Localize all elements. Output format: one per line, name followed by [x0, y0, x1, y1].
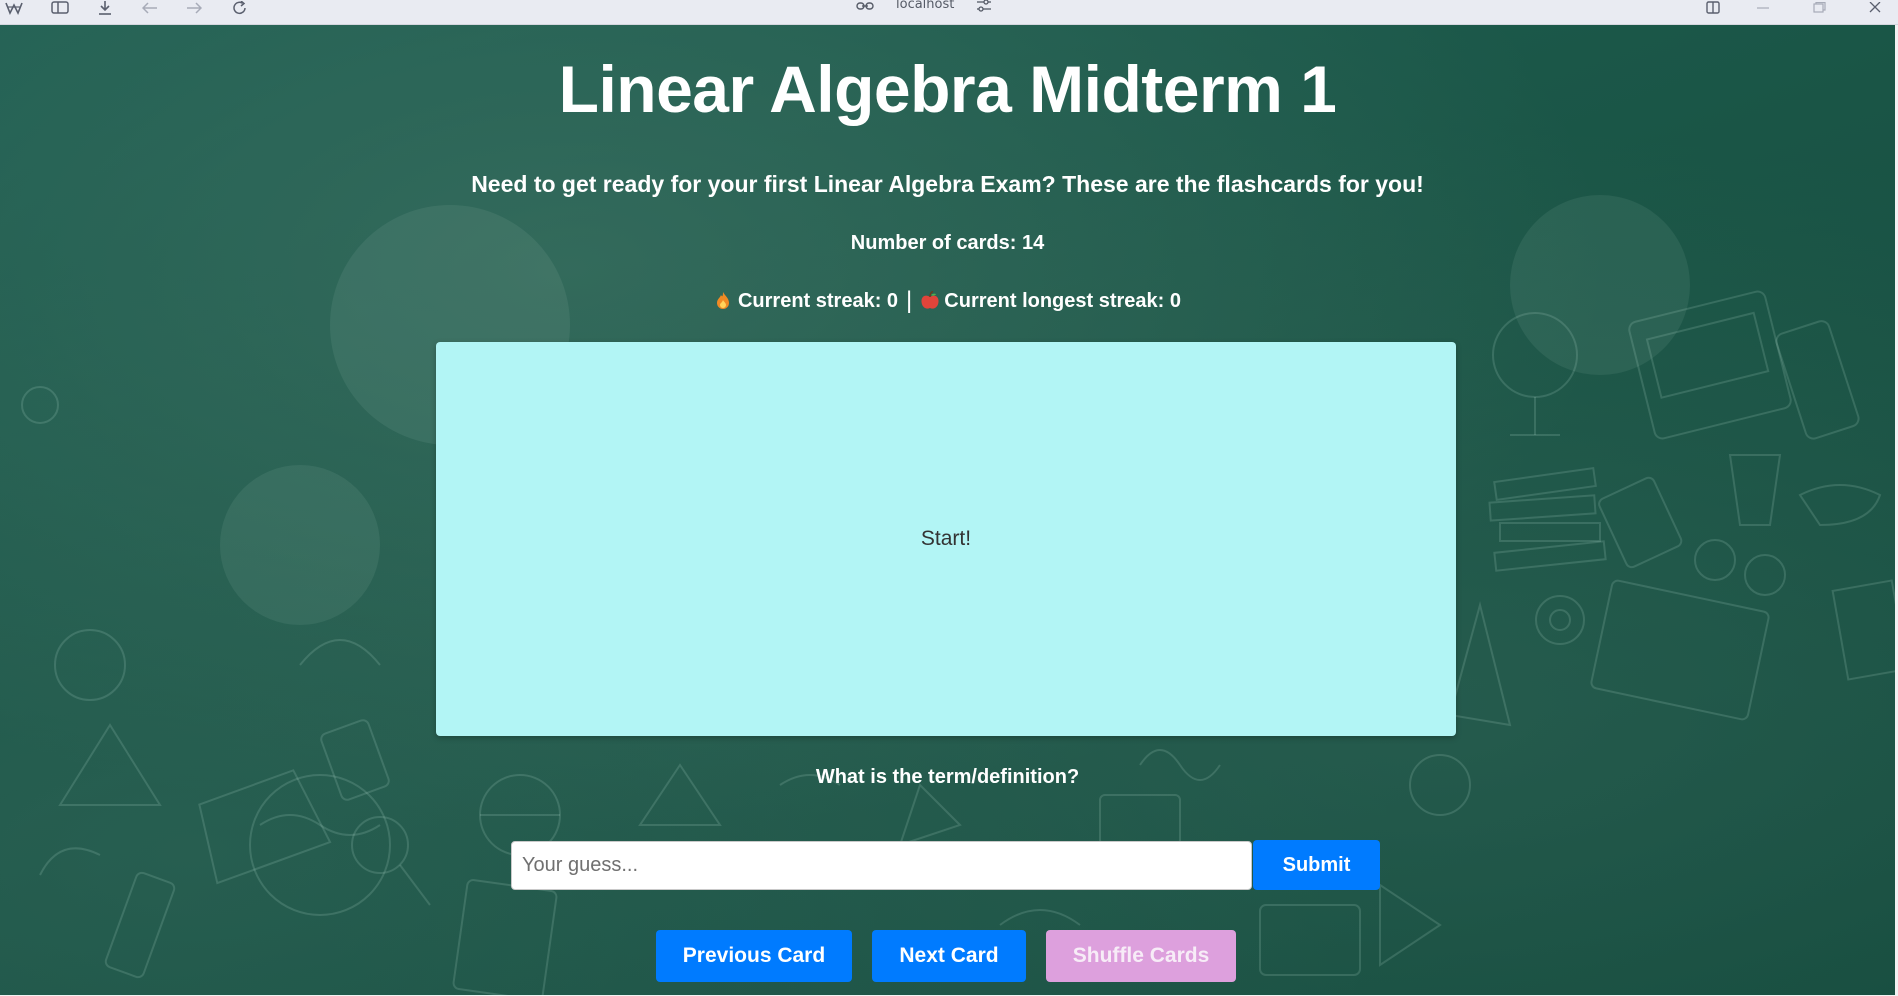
apple-icon	[920, 290, 939, 311]
minimize-icon[interactable]	[1752, 0, 1774, 16]
streak-separator: |	[906, 287, 913, 314]
page-background: Linear Algebra Midterm 1 Need to get rea…	[0, 25, 1898, 996]
guess-input[interactable]	[511, 841, 1252, 890]
card-count: Number of cards: 14	[850, 232, 1045, 254]
close-icon[interactable]	[1864, 0, 1886, 16]
split-view-icon[interactable]	[1702, 0, 1724, 16]
streak-bar: Current streak: 0 | Current longest stre…	[0, 287, 1895, 315]
maximize-icon[interactable]	[1808, 0, 1830, 16]
site-info-icon[interactable]	[856, 0, 874, 15]
reload-icon[interactable]	[229, 0, 251, 16]
current-streak: Current streak: 0	[737, 289, 899, 312]
page-title: Linear Algebra Midterm 1	[558, 52, 1337, 126]
fire-icon	[714, 291, 732, 311]
submit-button[interactable]: Submit	[1253, 840, 1380, 890]
sidebar-icon[interactable]	[49, 0, 71, 16]
address-bar[interactable]: localhost	[856, 0, 992, 14]
shuffle-cards-button[interactable]: Shuffle Cards	[1046, 930, 1236, 982]
previous-card-button[interactable]: Previous Card	[656, 930, 852, 982]
download-icon[interactable]	[94, 0, 116, 16]
forward-icon[interactable]	[183, 0, 205, 16]
page-subtitle: Need to get ready for your first Linear …	[471, 171, 1424, 197]
site-settings-icon[interactable]	[976, 0, 992, 16]
app-logo-icon[interactable]	[3, 0, 25, 16]
longest-streak: Current longest streak: 0	[944, 289, 1182, 312]
browser-toolbar: localhost	[0, 0, 1898, 25]
address-text[interactable]: localhost	[896, 0, 954, 11]
back-icon[interactable]	[139, 0, 161, 16]
flashcard[interactable]: Start!	[436, 342, 1456, 736]
next-card-button[interactable]: Next Card	[872, 930, 1026, 982]
flashcard-text: Start!	[920, 527, 972, 550]
guess-prompt: What is the term/definition?	[815, 766, 1080, 788]
